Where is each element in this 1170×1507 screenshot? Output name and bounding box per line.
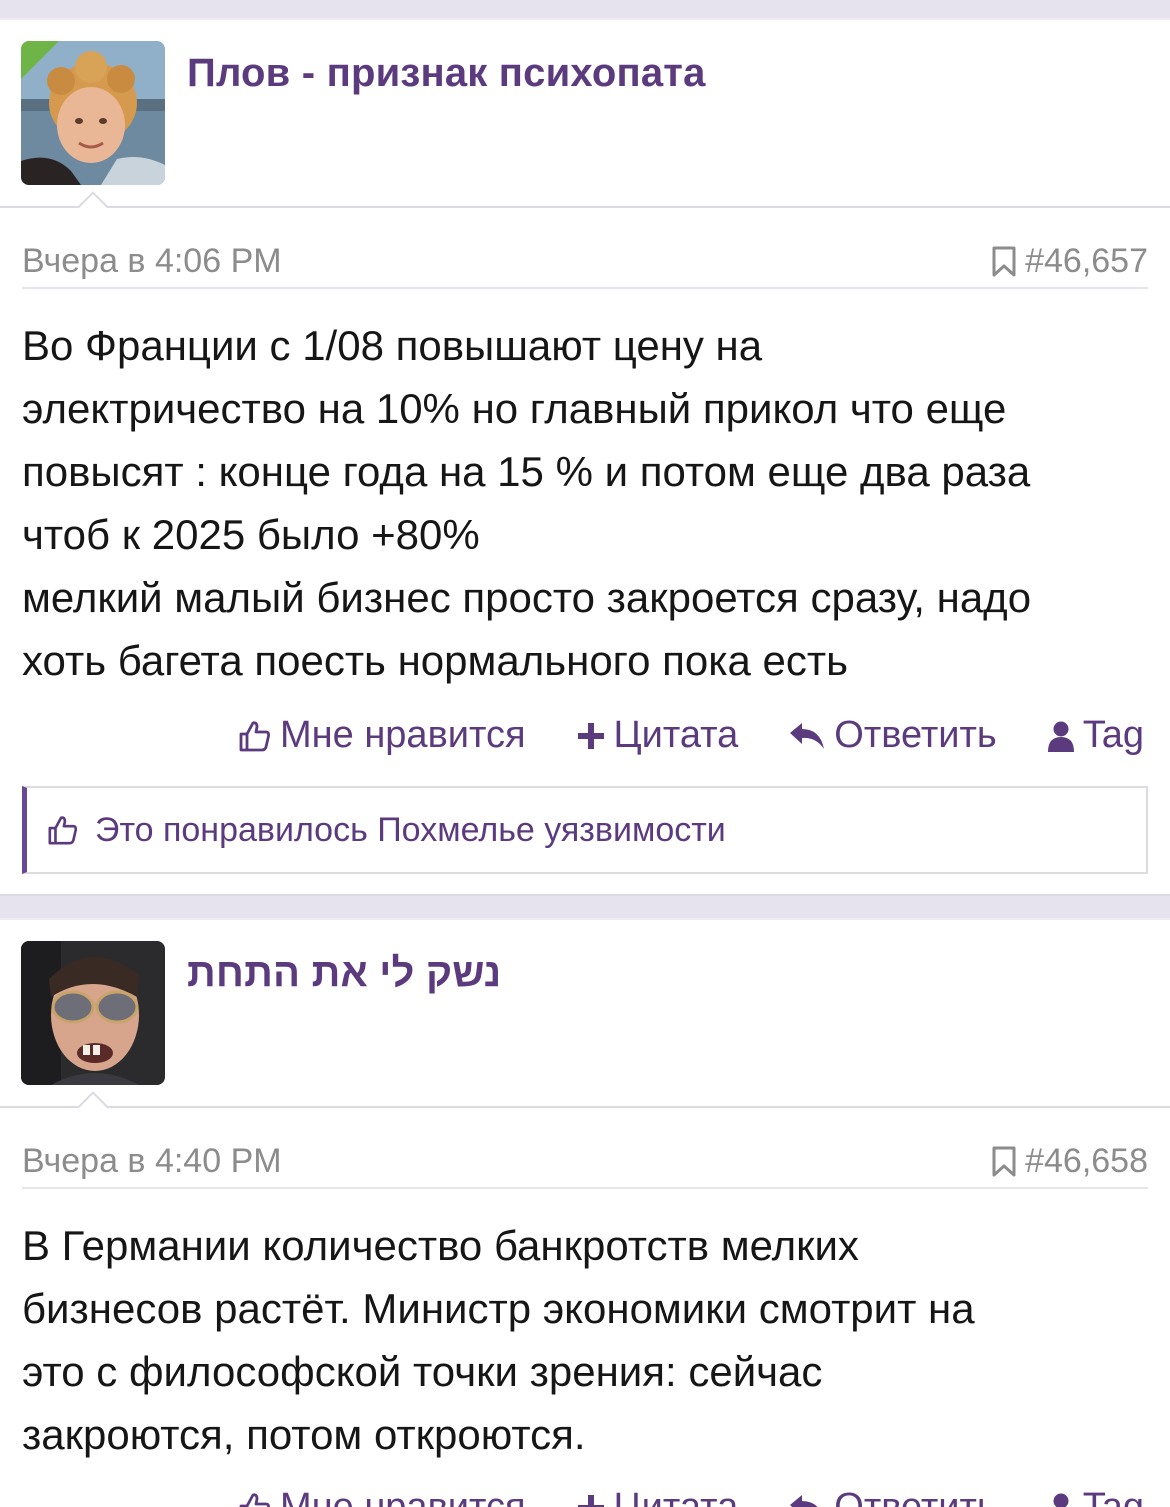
plus-icon bbox=[577, 1494, 604, 1507]
likes-text[interactable]: Это понравилось Похмелье уязвимости bbox=[95, 811, 726, 850]
message-body: В Германии количество банкротств мелких … bbox=[22, 1214, 1152, 1466]
thread-feed: Плов - признак психопата Вчера в 4:06 PM… bbox=[0, 0, 1170, 1507]
tag-button[interactable]: Tag bbox=[1047, 1486, 1144, 1507]
tag-label: Tag bbox=[1082, 1486, 1144, 1507]
post-timestamp[interactable]: Вчера в 4:06 PM bbox=[22, 242, 282, 281]
reply-icon bbox=[790, 722, 825, 749]
message-line: хоть багета поесть нормального пока есть bbox=[22, 637, 849, 684]
user-icon bbox=[1047, 721, 1074, 752]
quote-button[interactable]: Цитата bbox=[576, 1486, 739, 1507]
post-permalink[interactable]: #46,657 bbox=[991, 242, 1148, 281]
post-header: נשק לי את התחת bbox=[0, 918, 1170, 1108]
quote-label: Цитата bbox=[613, 1486, 739, 1507]
message-line: бизнесов растёт. Министр экономики смотр… bbox=[22, 1285, 975, 1332]
message-line: мелкий малый бизнес просто закроется сра… bbox=[22, 574, 1032, 621]
message-line: В Германии количество банкротств мелких bbox=[22, 1222, 859, 1269]
tag-label: Tag bbox=[1082, 714, 1144, 756]
reply-button[interactable]: Ответить bbox=[788, 1486, 997, 1507]
user-icon bbox=[1053, 1493, 1069, 1507]
avatar-image bbox=[21, 941, 165, 1085]
username[interactable]: נשק לי את התחת bbox=[187, 951, 501, 996]
post-number[interactable]: #46,658 bbox=[1025, 1142, 1148, 1181]
post-actions: Мне нравится Цитата Ответить Tag bbox=[238, 1486, 1144, 1507]
tag-button[interactable]: Tag bbox=[1047, 714, 1144, 757]
thumbs-up-icon bbox=[239, 1492, 270, 1507]
post-meta: Вчера в 4:40 PM #46,658 bbox=[22, 1128, 1148, 1188]
post-header: Плов - признак психопата bbox=[0, 18, 1170, 208]
reply-icon bbox=[790, 1494, 819, 1507]
avatar[interactable] bbox=[21, 941, 165, 1085]
thumbs-up-icon bbox=[239, 720, 270, 751]
message-line: Во Франции с 1/08 повышают цену на bbox=[22, 322, 763, 369]
post-permalink[interactable]: #46,658 bbox=[991, 1142, 1148, 1181]
online-indicator bbox=[21, 41, 59, 79]
post: נשק לי את התחת Вчера в 4:40 PM #46,658 В… bbox=[0, 918, 1170, 1507]
like-button[interactable]: Мне нравится bbox=[238, 714, 526, 757]
post-meta: Вчера в 4:06 PM #46,657 bbox=[22, 228, 1148, 288]
message-line: закроются, потом откроются. bbox=[22, 1411, 586, 1458]
avatar[interactable] bbox=[21, 41, 165, 185]
quote-button[interactable]: Цитата bbox=[576, 714, 739, 757]
message-line: повысят : конце года на 15 % и потом еще… bbox=[22, 448, 1031, 495]
message-line: электричество на 10% но главный прикол ч… bbox=[22, 385, 1007, 432]
post-number[interactable]: #46,657 bbox=[1025, 242, 1148, 281]
likes-summary[interactable]: Это понравилось Похмелье уязвимости bbox=[22, 786, 1148, 874]
like-label: Мне нравится bbox=[279, 714, 526, 756]
post-actions: Мне нравится Цитата Ответить Tag bbox=[238, 714, 1144, 757]
reply-label: Ответить bbox=[834, 1486, 997, 1507]
thumbs-up-icon bbox=[48, 816, 78, 845]
reply-label: Ответить bbox=[834, 714, 997, 756]
bookmark-icon[interactable] bbox=[991, 1146, 1017, 1178]
bookmark-icon[interactable] bbox=[991, 246, 1017, 278]
message-line: это с философской точки зрения: сейчас bbox=[22, 1348, 823, 1395]
plus-icon bbox=[577, 722, 604, 749]
message-line: чтоб к 2025 было +80% bbox=[22, 511, 480, 558]
post: Плов - признак психопата Вчера в 4:06 PM… bbox=[0, 18, 1170, 896]
like-button[interactable]: Мне нравится bbox=[238, 1486, 526, 1507]
username[interactable]: Плов - признак психопата bbox=[187, 51, 706, 96]
post-timestamp[interactable]: Вчера в 4:40 PM bbox=[22, 1142, 282, 1181]
like-label: Мне нравится bbox=[279, 1486, 526, 1507]
quote-label: Цитата bbox=[613, 714, 739, 756]
message-body: Во Франции с 1/08 повышают цену на элект… bbox=[22, 314, 1152, 692]
reply-button[interactable]: Ответить bbox=[788, 714, 997, 757]
